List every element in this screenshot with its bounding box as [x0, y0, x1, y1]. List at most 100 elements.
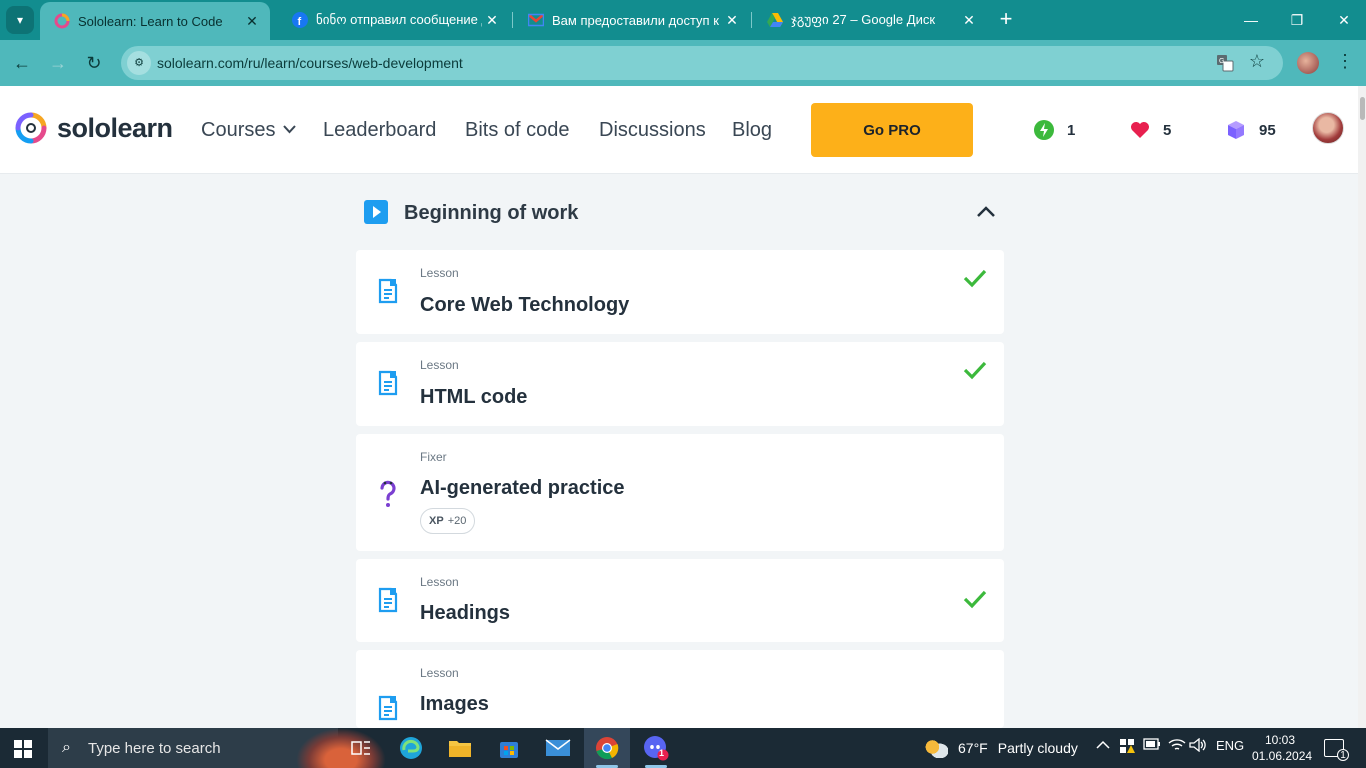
item-title: Core Web Technology [420, 294, 630, 316]
sololearn-logo[interactable]: sololearn [15, 112, 173, 144]
lesson-document-icon [378, 587, 398, 613]
browser-profile-avatar[interactable] [1297, 52, 1319, 74]
tab-separator [512, 12, 513, 28]
gems-value: 95 [1259, 121, 1276, 139]
tab-facebook[interactable]: f ნინო отправил сообщение д ✕ [278, 0, 510, 40]
battery-icon[interactable] [1143, 738, 1161, 753]
lesson-document-icon [378, 278, 398, 304]
lesson-card[interactable]: Lesson HTML code [356, 342, 1004, 426]
browser-toolbar: ← → ↻ ⚙ sololearn.com/ru/learn/courses/w… [0, 40, 1366, 86]
tab-sololearn[interactable]: Sololearn: Learn to Code ✕ [40, 2, 270, 40]
search-icon: ⌕ [62, 739, 71, 756]
windows-taskbar: ⌕ Type here to search 1 67°F Partly clou… [0, 728, 1366, 768]
taskbar-search-box[interactable]: ⌕ Type here to search [48, 728, 386, 768]
item-type: Lesson [420, 266, 459, 280]
discord-badge: 1 [659, 748, 665, 758]
weather-widget[interactable]: 67°F Partly cloudy [924, 738, 1078, 758]
tab-close-icon[interactable]: ✕ [722, 12, 742, 29]
notification-center-icon[interactable]: 1 [1324, 739, 1349, 761]
facebook-favicon-icon: f [292, 12, 308, 28]
lightning-icon [1033, 119, 1055, 141]
streak-counter[interactable]: 1 [1033, 119, 1075, 141]
browser-menu-icon[interactable]: ⋮ [1336, 51, 1354, 72]
translate-icon[interactable]: G [1215, 54, 1235, 72]
reload-icon[interactable]: ↻ [82, 51, 106, 75]
tab-close-icon[interactable]: ✕ [482, 12, 502, 29]
back-arrow-icon[interactable]: ← [10, 51, 34, 75]
clock-time: 10:03 [1264, 733, 1296, 747]
page-scrollbar[interactable] [1358, 86, 1366, 728]
practice-card[interactable]: Fixer AI-generated practice XP +20 [356, 434, 1004, 551]
windows-start-icon[interactable] [14, 740, 32, 758]
volume-icon[interactable] [1189, 737, 1207, 755]
gem-cube-icon [1225, 119, 1247, 141]
nav-leaderboard[interactable]: Leaderboard [323, 119, 436, 142]
scrollbar-thumb[interactable] [1360, 97, 1365, 120]
xp-label: XP [429, 515, 444, 527]
clock-date: 01.06.2024 [1252, 749, 1313, 763]
lesson-document-icon [378, 695, 398, 721]
tab-title: Sololearn: Learn to Code [78, 13, 223, 29]
checkmark-icon [963, 590, 987, 609]
site-info-icon[interactable]: ⚙ [127, 51, 151, 75]
task-view-icon[interactable] [347, 734, 375, 762]
chrome-icon[interactable] [593, 734, 621, 762]
gmail-favicon-icon [528, 12, 544, 28]
system-clock[interactable]: 10:03 01.06.2024 [1252, 732, 1313, 764]
gems-counter[interactable]: 95 [1225, 119, 1276, 141]
chevron-up-icon[interactable] [974, 202, 998, 222]
wifi-icon[interactable] [1168, 738, 1186, 755]
tab-google-drive[interactable]: ჯგუფი 27 – Google Диск ✕ [753, 0, 987, 40]
streak-value: 1 [1067, 121, 1076, 139]
close-window-button[interactable]: ✕ [1324, 8, 1364, 32]
tab-separator [751, 12, 752, 28]
address-bar[interactable]: ⚙ sololearn.com/ru/learn/courses/web-dev… [121, 46, 1283, 80]
lesson-card[interactable]: Lesson Headings [356, 559, 1004, 642]
nav-discussions[interactable]: Discussions [599, 119, 706, 142]
module-header[interactable]: Beginning of work [356, 190, 1004, 236]
user-avatar[interactable] [1312, 112, 1344, 144]
browser-tab-bar: ▾ Sololearn: Learn to Code ✕ f ნინო отпр… [0, 0, 1366, 40]
tab-close-icon[interactable]: ✕ [959, 12, 979, 29]
logo-text: sololearn [57, 112, 173, 143]
chevron-up-tray-icon[interactable] [1096, 738, 1110, 753]
minimize-button[interactable]: — [1231, 8, 1271, 32]
nav-courses-label: Courses [201, 119, 276, 141]
hearts-counter[interactable]: 5 [1129, 119, 1171, 141]
play-icon [364, 200, 388, 224]
nav-blog[interactable]: Blog [732, 119, 772, 142]
checkmark-icon [963, 361, 987, 380]
restore-button[interactable]: ❐ [1277, 8, 1317, 32]
tab-close-icon[interactable]: ✕ [242, 13, 262, 30]
lesson-document-icon [378, 370, 398, 396]
tab-search-button[interactable]: ▾ [6, 6, 34, 34]
lesson-card[interactable]: Lesson Core Web Technology [356, 250, 1004, 334]
partly-cloudy-icon [924, 738, 948, 758]
microsoft-store-icon[interactable] [495, 734, 523, 762]
chevron-down-icon [283, 121, 297, 137]
nav-courses[interactable]: Courses [201, 119, 297, 142]
item-type: Lesson [420, 358, 459, 372]
file-explorer-icon[interactable] [446, 734, 474, 762]
bookmark-star-icon[interactable]: ☆ [1247, 51, 1267, 71]
go-pro-button[interactable]: Go PRO [811, 103, 973, 157]
nav-bits-of-code[interactable]: Bits of code [465, 119, 570, 142]
notification-count: 1 [1337, 749, 1349, 761]
new-tab-button[interactable]: + [993, 8, 1019, 32]
sololearn-favicon-icon [54, 13, 70, 29]
discord-icon[interactable]: 1 [642, 734, 670, 762]
lesson-card[interactable]: Lesson Images [356, 650, 1004, 728]
mail-icon[interactable] [544, 734, 572, 762]
google-drive-favicon-icon [767, 12, 783, 28]
weather-text: Partly cloudy [997, 740, 1078, 756]
security-warning-icon[interactable] [1119, 738, 1135, 757]
weather-temp: 67°F [958, 740, 988, 756]
url-text[interactable]: sololearn.com/ru/learn/courses/web-devel… [157, 55, 463, 71]
checkmark-icon [963, 269, 987, 288]
forward-arrow-icon[interactable]: → [46, 51, 70, 75]
input-language[interactable]: ENG [1216, 738, 1244, 753]
sololearn-logo-icon [15, 112, 47, 144]
tab-gmail[interactable]: Вам предоставили доступ к па ✕ [514, 0, 750, 40]
edge-browser-icon[interactable] [397, 734, 425, 762]
question-mark-icon [380, 480, 396, 507]
